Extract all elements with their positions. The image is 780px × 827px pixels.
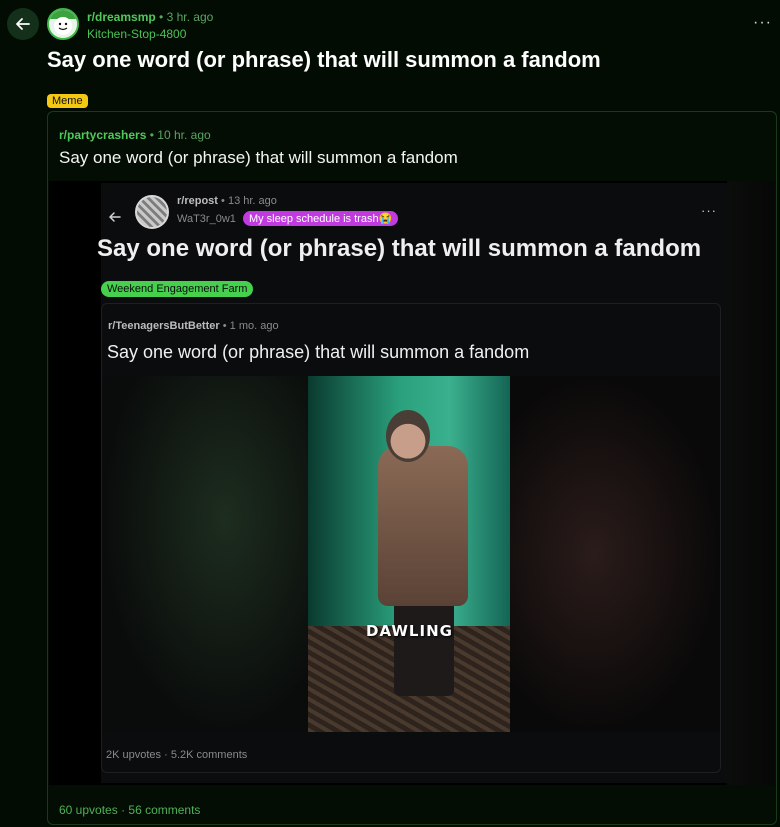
crosspost-subreddit-link[interactable]: r/partycrashers	[59, 128, 146, 142]
smiley-icon	[49, 10, 77, 38]
post-header: r/dreamsmp • 3 hr. ago Kitchen-Stop-4800…	[0, 0, 780, 48]
embedded-title: Say one word (or phrase) that will summo…	[97, 235, 702, 262]
embedded-crosspost-separator: •	[222, 320, 227, 332]
embedded-crosspost-time: 1 mo. ago	[229, 320, 279, 332]
crosspost-meta: r/partycrashers • 10 hr. ago	[59, 128, 211, 142]
media-blur-right	[510, 376, 720, 732]
photo-figure-coat	[378, 446, 468, 606]
photo: DAWLING	[308, 376, 510, 732]
crosspost-upvotes[interactable]: 60 upvotes	[59, 803, 118, 817]
embedded-comments: 5.2K comments	[170, 749, 248, 761]
embedded-more-icon: ···	[701, 203, 717, 218]
back-button[interactable]	[7, 8, 39, 40]
post-title: Say one word (or phrase) that will summo…	[47, 47, 601, 72]
stats-separator: ·	[121, 803, 126, 817]
embedded-back-icon	[103, 205, 127, 229]
embedded-time: 13 hr. ago	[227, 195, 277, 207]
crosspost-card[interactable]: r/partycrashers • 10 hr. ago Say one wor…	[47, 111, 777, 825]
embedded-separator: •	[221, 195, 225, 207]
crosspost-title[interactable]: Say one word (or phrase) that will summo…	[59, 148, 458, 168]
embedded-meta: r/repost • 13 hr. ago	[177, 195, 277, 207]
more-options-button[interactable]: ···	[753, 14, 772, 32]
post-time: 3 hr. ago	[166, 10, 214, 24]
embedded-crosspost-media: DAWLING	[102, 376, 720, 732]
subreddit-link[interactable]: r/dreamsmp	[87, 10, 156, 24]
crosspost-stats: 60 upvotes · 56 comments	[59, 803, 200, 817]
photo-caption: DAWLING	[366, 622, 453, 640]
embedded-avatar	[135, 195, 169, 229]
crosspost-time: 10 hr. ago	[157, 128, 211, 142]
subreddit-avatar[interactable]	[47, 8, 79, 40]
media-blur-left	[102, 376, 308, 732]
embedded-stats: 2K upvotes · 5.2K comments	[106, 749, 247, 761]
embedded-author-line: WaT3r_0w1 My sleep schedule is trash😭	[177, 211, 399, 226]
embedded-stats-separator: ·	[164, 749, 168, 761]
embedded-crosspost: r/TeenagersButBetter • 1 mo. ago Say one…	[101, 303, 721, 773]
embedded-crosspost-subreddit: r/TeenagersButBetter	[108, 320, 220, 332]
meta-separator: •	[149, 128, 154, 142]
crosspost-media[interactable]: r/repost • 13 hr. ago WaT3r_0w1 My sleep…	[49, 181, 775, 785]
post-flair[interactable]: Meme	[47, 94, 88, 108]
crosspost-comments[interactable]: 56 comments	[128, 803, 200, 817]
author-link[interactable]: Kitchen-Stop-4800	[87, 27, 186, 41]
embedded-screenshot: r/repost • 13 hr. ago WaT3r_0w1 My sleep…	[97, 183, 727, 783]
photo-figure-head	[386, 410, 430, 462]
embedded-user-flair: My sleep schedule is trash😭	[242, 211, 399, 226]
embedded-crosspost-title: Say one word (or phrase) that will summo…	[107, 342, 530, 362]
post-meta: r/dreamsmp • 3 hr. ago	[87, 10, 213, 24]
embedded-crosspost-meta: r/TeenagersButBetter • 1 mo. ago	[108, 320, 279, 332]
embedded-upvotes: 2K upvotes	[106, 749, 162, 761]
arrow-left-icon	[16, 18, 30, 30]
meta-separator: •	[159, 10, 164, 24]
media-side-blur	[727, 181, 775, 785]
embedded-author: WaT3r_0w1	[177, 213, 236, 225]
embedded-flair: Weekend Engagement Farm	[101, 281, 254, 297]
arrow-left-icon	[108, 212, 121, 222]
embedded-subreddit: r/repost	[177, 195, 218, 207]
